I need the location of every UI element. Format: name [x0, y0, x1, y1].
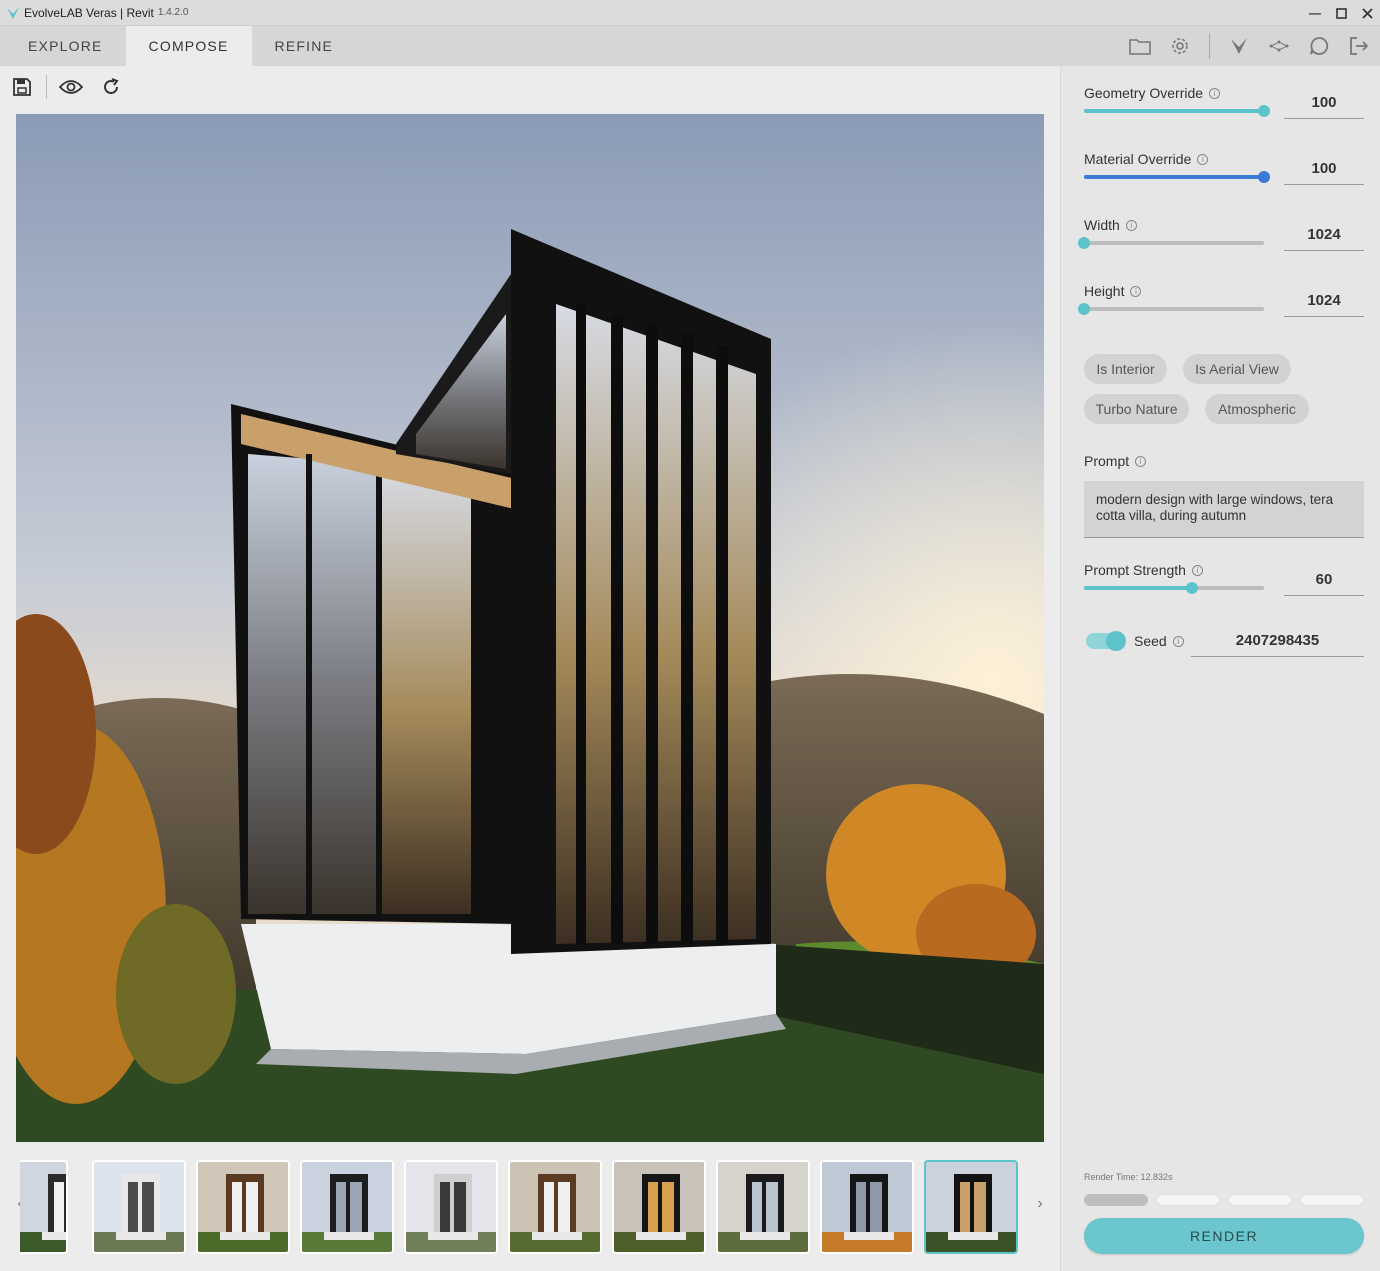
thumbnail-strip: ‹ › [0, 1156, 1060, 1254]
seed-field: Seed i 2407298435 [1084, 631, 1364, 659]
veras-logo-icon[interactable] [1228, 35, 1250, 57]
prompt-label: Prompt [1084, 453, 1130, 469]
save-icon[interactable] [10, 75, 34, 99]
info-icon[interactable]: i [1209, 87, 1221, 99]
thumbnail-item[interactable] [92, 1160, 186, 1254]
material-override-slider[interactable] [1084, 171, 1270, 183]
chip-is-interior[interactable]: Is Interior [1084, 354, 1167, 384]
thumbnail-item[interactable] [196, 1160, 290, 1254]
tab-explore[interactable]: EXPLORE [0, 26, 126, 66]
width-slider[interactable] [1078, 237, 1264, 249]
render-button[interactable]: RENDER [1084, 1218, 1364, 1254]
material-override-field: Material Override i 100 [1084, 151, 1364, 185]
geometry-override-value[interactable]: 100 [1284, 85, 1364, 119]
toolbar-divider [46, 75, 47, 99]
thumbnail-item[interactable] [404, 1160, 498, 1254]
window-title: EvolveLAB Veras | Revit [24, 5, 154, 20]
chip-atmospheric[interactable]: Atmospheric [1205, 394, 1309, 424]
info-icon[interactable]: i [1125, 219, 1137, 231]
info-icon[interactable]: i [1172, 635, 1184, 647]
settings-panel: Geometry Override i 100 Material Override… [1060, 66, 1380, 1271]
maximize-icon[interactable] [1334, 6, 1348, 20]
prompt-strength-slider[interactable] [1084, 582, 1264, 594]
eye-icon[interactable] [59, 75, 83, 99]
folder-icon[interactable] [1129, 35, 1151, 57]
prompt-strength-label: Prompt Strength [1084, 562, 1186, 578]
chip-turbo-nature[interactable]: Turbo Nature [1084, 394, 1189, 424]
toolbar-divider [1209, 33, 1210, 59]
prompt-strength-field: Prompt Strength i 60 [1084, 562, 1364, 596]
render-time: Render Time: 12.832s [1084, 1172, 1173, 1182]
title-bar: EvolveLAB Veras | Revit 1.4.2.0 — [0, 0, 1380, 26]
chat-icon[interactable] [1308, 35, 1330, 57]
veras-logo-icon [7, 6, 19, 19]
close-icon[interactable] [1360, 6, 1374, 20]
thumbnails-next-button[interactable]: › [1032, 1194, 1048, 1214]
main-area: ‹ › [0, 66, 1060, 1271]
height-slider[interactable] [1078, 303, 1264, 315]
prompt-input[interactable]: modern design with large windows, tera c… [1084, 481, 1364, 538]
refresh-icon[interactable] [99, 75, 123, 99]
logout-icon[interactable] [1348, 35, 1370, 57]
progress-segment [1300, 1194, 1364, 1206]
progress-segment [1084, 1194, 1148, 1206]
info-icon[interactable]: i [1135, 455, 1147, 467]
thumbnail-item[interactable] [924, 1160, 1018, 1254]
geometry-override-slider[interactable] [1084, 105, 1270, 117]
chip-is-aerial-view[interactable]: Is Aerial View [1183, 354, 1291, 384]
material-override-value[interactable]: 100 [1284, 151, 1364, 185]
gear-icon[interactable] [1169, 35, 1191, 57]
version-label: 1.4.2.0 [157, 7, 189, 18]
thumbnail-item[interactable] [716, 1160, 810, 1254]
height-field: Height i 1024 [1078, 283, 1364, 317]
main-toolbar [10, 74, 139, 100]
thumbnail-item[interactable] [820, 1160, 914, 1254]
prompt-strength-value[interactable]: 60 [1284, 562, 1364, 596]
tab-compose[interactable]: COMPOSE [125, 26, 252, 66]
height-value[interactable]: 1024 [1284, 283, 1364, 317]
seed-value[interactable]: 2407298435 [1191, 623, 1364, 657]
render-progress [1084, 1194, 1364, 1206]
info-icon[interactable]: i [1191, 564, 1203, 576]
width-label: Width [1084, 217, 1120, 233]
thumbnail-item[interactable] [20, 1160, 68, 1254]
geometry-override-label: Geometry Override [1084, 85, 1204, 101]
seed-label: Seed [1134, 633, 1167, 649]
tab-bar: EXPLORE COMPOSE REFINE [0, 26, 1380, 66]
tab-refine[interactable]: REFINE [252, 26, 357, 66]
thumbnail-item[interactable] [612, 1160, 706, 1254]
height-label: Height [1084, 283, 1125, 299]
render-preview-image [16, 114, 1044, 1142]
thumbnail-item[interactable] [508, 1160, 602, 1254]
width-value[interactable]: 1024 [1284, 217, 1364, 251]
progress-segment [1156, 1194, 1220, 1206]
thumbnail-item[interactable] [300, 1160, 394, 1254]
info-icon[interactable]: i [1130, 285, 1142, 297]
network-icon[interactable] [1268, 35, 1290, 57]
minimize-icon[interactable]: — [1308, 6, 1322, 20]
material-override-label: Material Override [1084, 151, 1192, 167]
progress-segment [1228, 1194, 1292, 1206]
info-icon[interactable]: i [1197, 153, 1209, 165]
prompt-label-row: Prompt i [1084, 453, 1147, 469]
geometry-override-field: Geometry Override i 100 [1084, 85, 1364, 119]
width-field: Width i 1024 [1078, 217, 1364, 251]
seed-toggle[interactable] [1086, 631, 1126, 651]
